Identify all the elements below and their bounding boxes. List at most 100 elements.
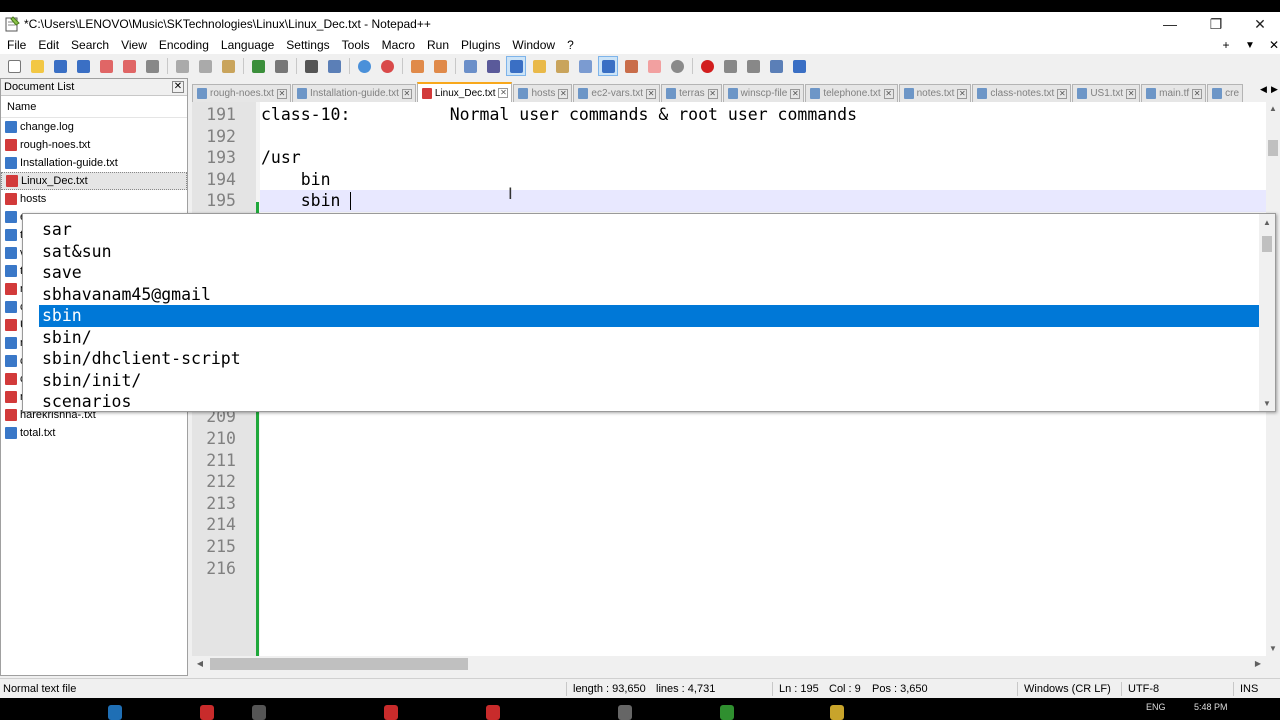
file-tab[interactable]: telephone.txt ✕ xyxy=(805,84,898,102)
tab-close-icon[interactable]: ✕ xyxy=(1192,88,1203,99)
zoom-in-icon[interactable] xyxy=(354,56,374,76)
open-file-icon[interactable] xyxy=(27,56,47,76)
code-line[interactable]: /usr xyxy=(261,147,301,169)
find-icon[interactable] xyxy=(301,56,321,76)
taskbar-app-icon[interactable] xyxy=(108,705,122,720)
horizontal-scroll-thumb[interactable] xyxy=(210,658,468,670)
save-icon[interactable] xyxy=(50,56,70,76)
file-tab[interactable]: terras ✕ xyxy=(661,84,722,102)
file-tab[interactable]: notes.txt ✕ xyxy=(898,84,972,102)
language-icon[interactable] xyxy=(529,56,549,76)
autocomplete-scroll-up-icon[interactable]: ▲ xyxy=(1259,216,1275,230)
document-list-item[interactable]: hosts xyxy=(1,190,187,208)
sync-vertical-icon[interactable] xyxy=(407,56,427,76)
tab-close-icon[interactable]: ✕ xyxy=(790,88,801,99)
code-line[interactable]: sbin xyxy=(261,190,341,212)
menu-window[interactable]: Window xyxy=(505,38,560,52)
file-tab[interactable]: cre xyxy=(1207,84,1244,102)
sync-horizontal-icon[interactable] xyxy=(430,56,450,76)
tab-close-icon[interactable]: ✕ xyxy=(401,88,412,99)
zoom-out-icon[interactable] xyxy=(377,56,397,76)
name-column-header[interactable]: Name xyxy=(1,96,187,118)
scroll-down-icon[interactable]: ▼ xyxy=(1266,642,1280,656)
print-icon[interactable] xyxy=(142,56,162,76)
tab-scroll-left-icon[interactable]: ◀ xyxy=(1258,84,1269,100)
close-all-icon[interactable] xyxy=(119,56,139,76)
menu-settings[interactable]: Settings xyxy=(279,38,334,52)
taskbar-app-icon[interactable] xyxy=(830,705,844,720)
autocomplete-item[interactable]: save xyxy=(39,262,1261,284)
tab-close-icon[interactable]: ✕ xyxy=(498,88,509,98)
taskbar-app-icon[interactable] xyxy=(384,705,398,720)
function-list-icon[interactable] xyxy=(575,56,595,76)
code-line[interactable]: bin xyxy=(261,169,331,191)
menu-macro[interactable]: Macro xyxy=(375,38,420,52)
tab-close-icon[interactable]: ✕ xyxy=(646,88,657,99)
close-file-icon[interactable] xyxy=(96,56,116,76)
folder-icon[interactable] xyxy=(644,56,664,76)
indent-guide-icon[interactable] xyxy=(506,56,526,76)
editor-horizontal-scrollbar[interactable]: ◀ ▶ xyxy=(192,656,1266,672)
cut-icon[interactable] xyxy=(172,56,192,76)
file-tab[interactable]: US1.txt ✕ xyxy=(1072,84,1141,102)
autocomplete-item[interactable]: scenarios xyxy=(39,391,1261,411)
scroll-left-icon[interactable]: ◀ xyxy=(192,656,208,672)
autocomplete-item[interactable]: sbin/init/ xyxy=(39,370,1261,392)
tab-close-icon[interactable]: ✕ xyxy=(1057,88,1068,99)
paste-icon[interactable] xyxy=(218,56,238,76)
document-list-toggle-icon[interactable] xyxy=(598,56,618,76)
minimize-button[interactable]: — xyxy=(1148,12,1192,36)
menu-search[interactable]: Search xyxy=(64,38,114,52)
autocomplete-item[interactable]: sbin/ xyxy=(39,327,1261,349)
taskbar-app-icon[interactable] xyxy=(200,705,214,720)
new-file-icon[interactable] xyxy=(4,56,24,76)
save-all-icon[interactable] xyxy=(73,56,93,76)
autocomplete-item[interactable]: sar xyxy=(39,219,1261,241)
file-tab[interactable]: Installation-guide.txt ✕ xyxy=(291,84,416,102)
menu-tools[interactable]: Tools xyxy=(335,38,375,52)
tab-close-icon[interactable]: ✕ xyxy=(276,88,287,99)
autocomplete-scroll-down-icon[interactable]: ▼ xyxy=(1259,397,1275,411)
menu-file[interactable]: File xyxy=(0,38,31,52)
scroll-up-icon[interactable]: ▲ xyxy=(1266,102,1280,116)
undo-icon[interactable] xyxy=(248,56,268,76)
file-tab[interactable]: Linux_Dec.txt ✕ xyxy=(416,82,513,102)
record-macro-icon[interactable] xyxy=(697,56,717,76)
menu-help[interactable]: ? xyxy=(560,38,579,52)
autocomplete-item[interactable]: sbin/dhclient-script xyxy=(39,348,1261,370)
taskbar-language[interactable]: ENG xyxy=(1146,702,1166,712)
tab-close-icon[interactable]: ✕ xyxy=(957,88,968,99)
monitoring-eye-icon[interactable] xyxy=(667,56,687,76)
file-tab[interactable]: ec2-vars.txt ✕ xyxy=(573,84,661,102)
document-list-item[interactable]: change.log xyxy=(1,118,187,136)
vertical-scroll-thumb[interactable] xyxy=(1268,140,1278,156)
doc-map-icon[interactable] xyxy=(552,56,572,76)
tab-close-icon[interactable]: ✕ xyxy=(558,88,569,99)
document-list-item[interactable]: rough-noes.txt xyxy=(1,136,187,154)
tab-scroll-right-icon[interactable]: ▶ xyxy=(1269,84,1280,100)
close-window-button[interactable]: ✕ xyxy=(1238,12,1280,36)
menu-encoding[interactable]: Encoding xyxy=(152,38,214,52)
tab-list-dropdown-button[interactable]: ▼ xyxy=(1238,36,1262,54)
taskbar-clock[interactable]: 5:48 PM xyxy=(1194,702,1228,712)
file-tab[interactable]: rough-noes.txt ✕ xyxy=(192,84,291,102)
taskbar-app-icon[interactable] xyxy=(618,705,632,720)
menu-edit[interactable]: Edit xyxy=(31,38,64,52)
menu-plugins[interactable]: Plugins xyxy=(454,38,505,52)
autocomplete-item[interactable]: sbhavanam45@gmail xyxy=(39,284,1261,306)
copy-icon[interactable] xyxy=(195,56,215,76)
run-macro-multiple-icon[interactable] xyxy=(766,56,786,76)
menu-run[interactable]: Run xyxy=(420,38,454,52)
close-panel-icon[interactable]: ✕ xyxy=(172,81,184,93)
menu-view[interactable]: View xyxy=(114,38,152,52)
scroll-right-icon[interactable]: ▶ xyxy=(1250,656,1266,672)
restore-button[interactable]: ❐ xyxy=(1194,12,1238,36)
tab-close-icon[interactable]: ✕ xyxy=(1126,88,1137,99)
redo-icon[interactable] xyxy=(271,56,291,76)
taskbar-app-icon[interactable] xyxy=(720,705,734,720)
document-list-item[interactable]: Installation-guide.txt xyxy=(1,154,187,172)
save-macro-icon[interactable] xyxy=(789,56,809,76)
show-all-characters-icon[interactable] xyxy=(483,56,503,76)
word-wrap-icon[interactable] xyxy=(460,56,480,76)
autocomplete-item[interactable]: sat&sun xyxy=(39,241,1261,263)
